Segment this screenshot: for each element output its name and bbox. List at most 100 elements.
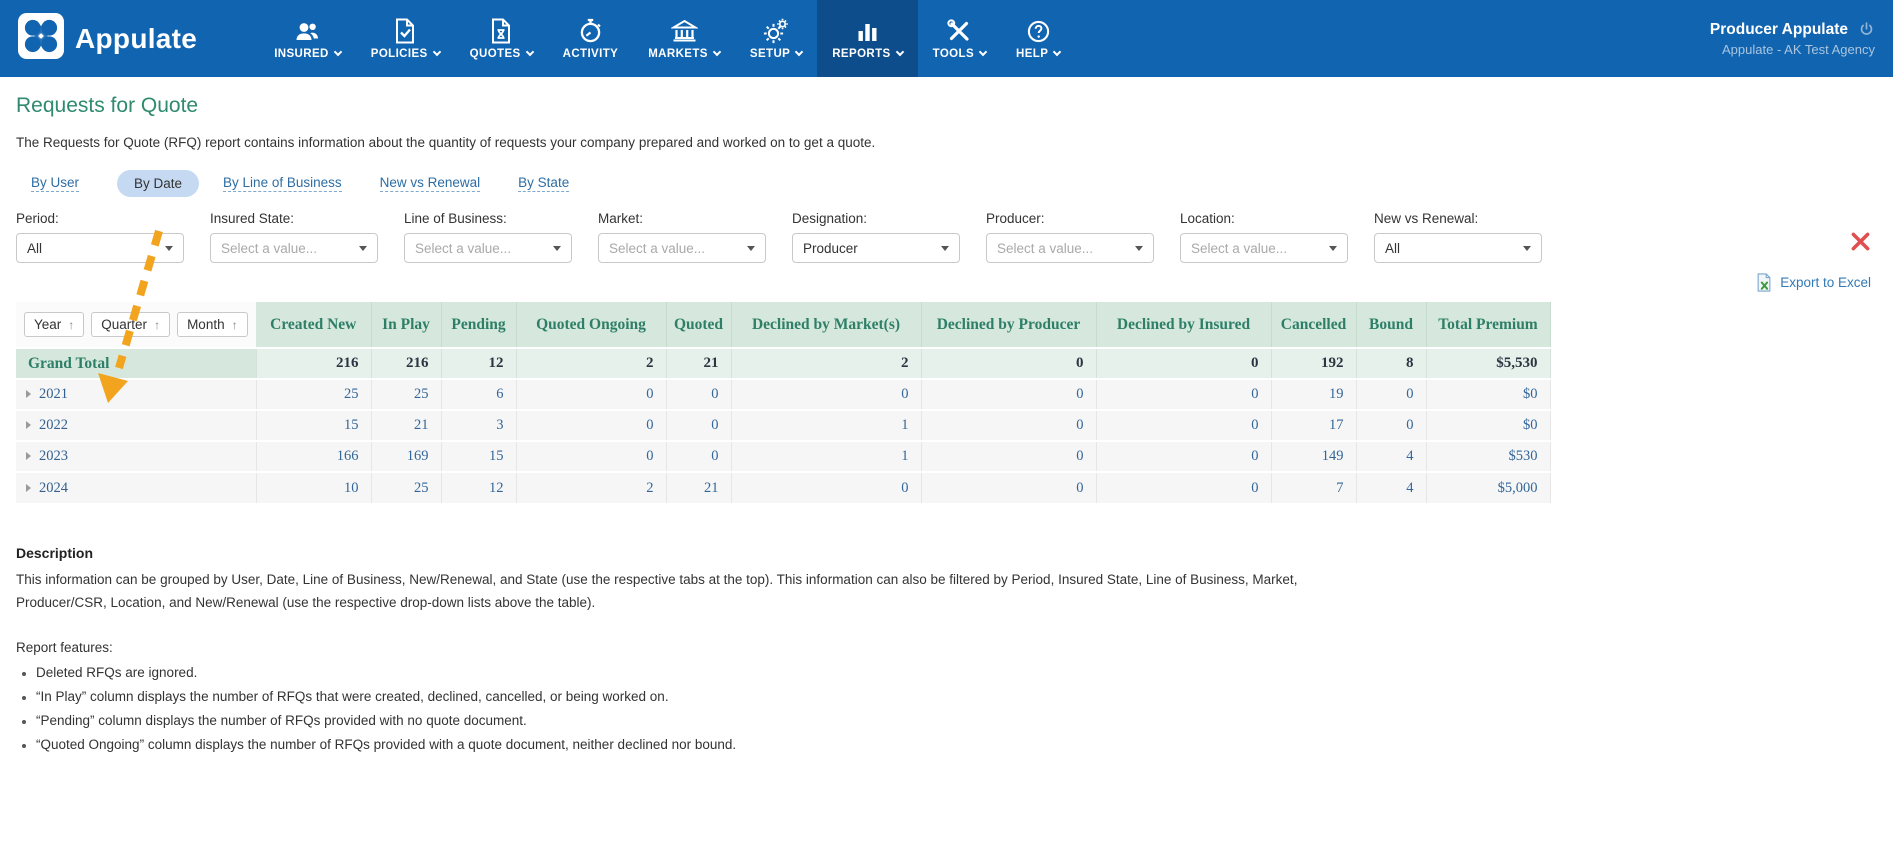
nav-item-label: REPORTS [832,48,890,60]
user-menu[interactable]: Producer Appulate [1710,21,1875,39]
dropdown-value: All [27,241,165,256]
market-dropdown[interactable]: Select a value... [598,233,766,263]
dropdown-value: All [1385,241,1523,256]
tab-by-state[interactable]: By State [518,175,569,192]
export-row: Export to Excel [16,273,1877,292]
table-cell: 1 [731,410,921,441]
dropdown-caret-icon [553,246,561,251]
group-by-month-button[interactable]: Month↑ [177,312,248,337]
expand-triangle-icon[interactable] [26,390,31,398]
dropdown-caret-icon [359,246,367,251]
table-cell: 0 [666,410,731,441]
nav-item-label: HELP [1016,48,1048,60]
table-cell: 0 [1356,410,1426,441]
filter-line-of-business: Line of Business:Select a value... [404,211,582,263]
table-cell: 0 [1096,410,1271,441]
chevron-down-icon [713,48,721,56]
table-cell: 0 [1096,379,1271,410]
chevron-down-icon [334,48,342,56]
nav-item-label: POLICIES [371,48,428,60]
rfq-report-table: Year↑Quarter↑Month↑Created NewIn PlayPen… [16,302,1551,503]
nav-item-help[interactable]: HELP [1001,0,1075,77]
grand-total-value: 0 [921,348,1096,379]
dropdown-caret-icon [165,246,173,251]
filter-label: New vs Renewal: [1374,211,1552,226]
column-header: Quoted [666,302,731,348]
document-check-icon [393,18,417,44]
expand-triangle-icon[interactable] [26,452,31,460]
table-cell: 15 [256,410,371,441]
dropdown-value: Select a value... [1191,241,1329,256]
year-row-label[interactable]: 2024 [16,472,256,503]
year-row-label[interactable]: 2022 [16,410,256,441]
tab-by-user[interactable]: By User [31,175,79,192]
insured-state-dropdown[interactable]: Select a value... [210,233,378,263]
table-cell: 0 [516,379,666,410]
new-vs-renewal-dropdown[interactable]: All [1374,233,1542,263]
column-header: Cancelled [1271,302,1356,348]
grand-total-value: 192 [1271,348,1356,379]
brand-name: Appulate [75,23,197,55]
producer-dropdown[interactable]: Select a value... [986,233,1154,263]
filter-label: Period: [16,211,194,226]
nav-label-row: ACTIVITY [563,48,619,60]
table-cell: $0 [1426,410,1550,441]
filter-designation: Designation:Producer [792,211,970,263]
table-cell: 25 [371,472,441,503]
main-content: Requests for Quote The Requests for Quot… [0,94,1893,752]
tab-by-line-of-business[interactable]: By Line of Business [223,175,342,192]
tab-new-vs-renewal[interactable]: New vs Renewal [380,175,481,192]
group-button-label: Quarter [101,317,147,332]
sort-ascending-icon: ↑ [154,318,160,332]
chevron-down-icon [979,48,987,56]
nav-item-tools[interactable]: TOOLS [918,0,1001,77]
clear-filters-icon[interactable] [1850,231,1871,257]
filter-label: Market: [598,211,776,226]
appulate-clover-icon [18,13,64,64]
table-cell: 17 [1271,410,1356,441]
description-heading: Description [16,545,1396,561]
nav-item-insured[interactable]: INSURED [259,0,356,77]
year-row-label[interactable]: 2021 [16,379,256,410]
sort-ascending-icon: ↑ [68,318,74,332]
designation-dropdown[interactable]: Producer [792,233,960,263]
nav-label-row: TOOLS [933,48,986,60]
export-to-excel-link[interactable]: Export to Excel [1780,275,1871,290]
column-header: Declined by Producer [921,302,1096,348]
group-button-label: Year [34,317,61,332]
table-cell: 0 [731,379,921,410]
feature-bullet: “Quoted Ongoing” column displays the num… [16,737,1396,752]
dropdown-value: Select a value... [221,241,359,256]
table-cell: 25 [256,379,371,410]
year-label-text: 2021 [39,386,68,402]
line-of-business-dropdown[interactable]: Select a value... [404,233,572,263]
app-logo[interactable]: Appulate [18,13,197,64]
table-cell: 21 [666,472,731,503]
nav-item-setup[interactable]: SETUP [735,0,817,77]
tab-by-date[interactable]: By Date [117,170,199,197]
page-intro: The Requests for Quote (RFQ) report cont… [16,135,1877,150]
group-by-year-button[interactable]: Year ↑ [24,312,84,337]
chevron-down-icon [432,48,440,56]
location-dropdown[interactable]: Select a value... [1180,233,1348,263]
table-cell: 0 [731,472,921,503]
expand-triangle-icon[interactable] [26,484,31,492]
chevron-down-icon [795,48,803,56]
nav-item-policies[interactable]: POLICIES [356,0,455,77]
grand-total-value: 12 [441,348,516,379]
table-cell: 4 [1356,472,1426,503]
group-by-quarter-button[interactable]: Quarter ↑ [91,312,170,337]
expand-triangle-icon[interactable] [26,421,31,429]
nav-item-markets[interactable]: MARKETS [633,0,735,77]
nav-item-reports[interactable]: REPORTS [817,0,917,77]
power-icon[interactable] [1858,21,1875,38]
table-cell: 149 [1271,441,1356,472]
nav-item-activity[interactable]: ACTIVITY [548,0,634,77]
nav-item-quotes[interactable]: QUOTES [455,0,548,77]
year-row-label[interactable]: 2023 [16,441,256,472]
user-name: Producer Appulate [1710,21,1848,39]
period-dropdown[interactable]: All [16,233,184,263]
nav-label-row: SETUP [750,48,802,60]
dropdown-caret-icon [1329,246,1337,251]
table-cell: 4 [1356,441,1426,472]
